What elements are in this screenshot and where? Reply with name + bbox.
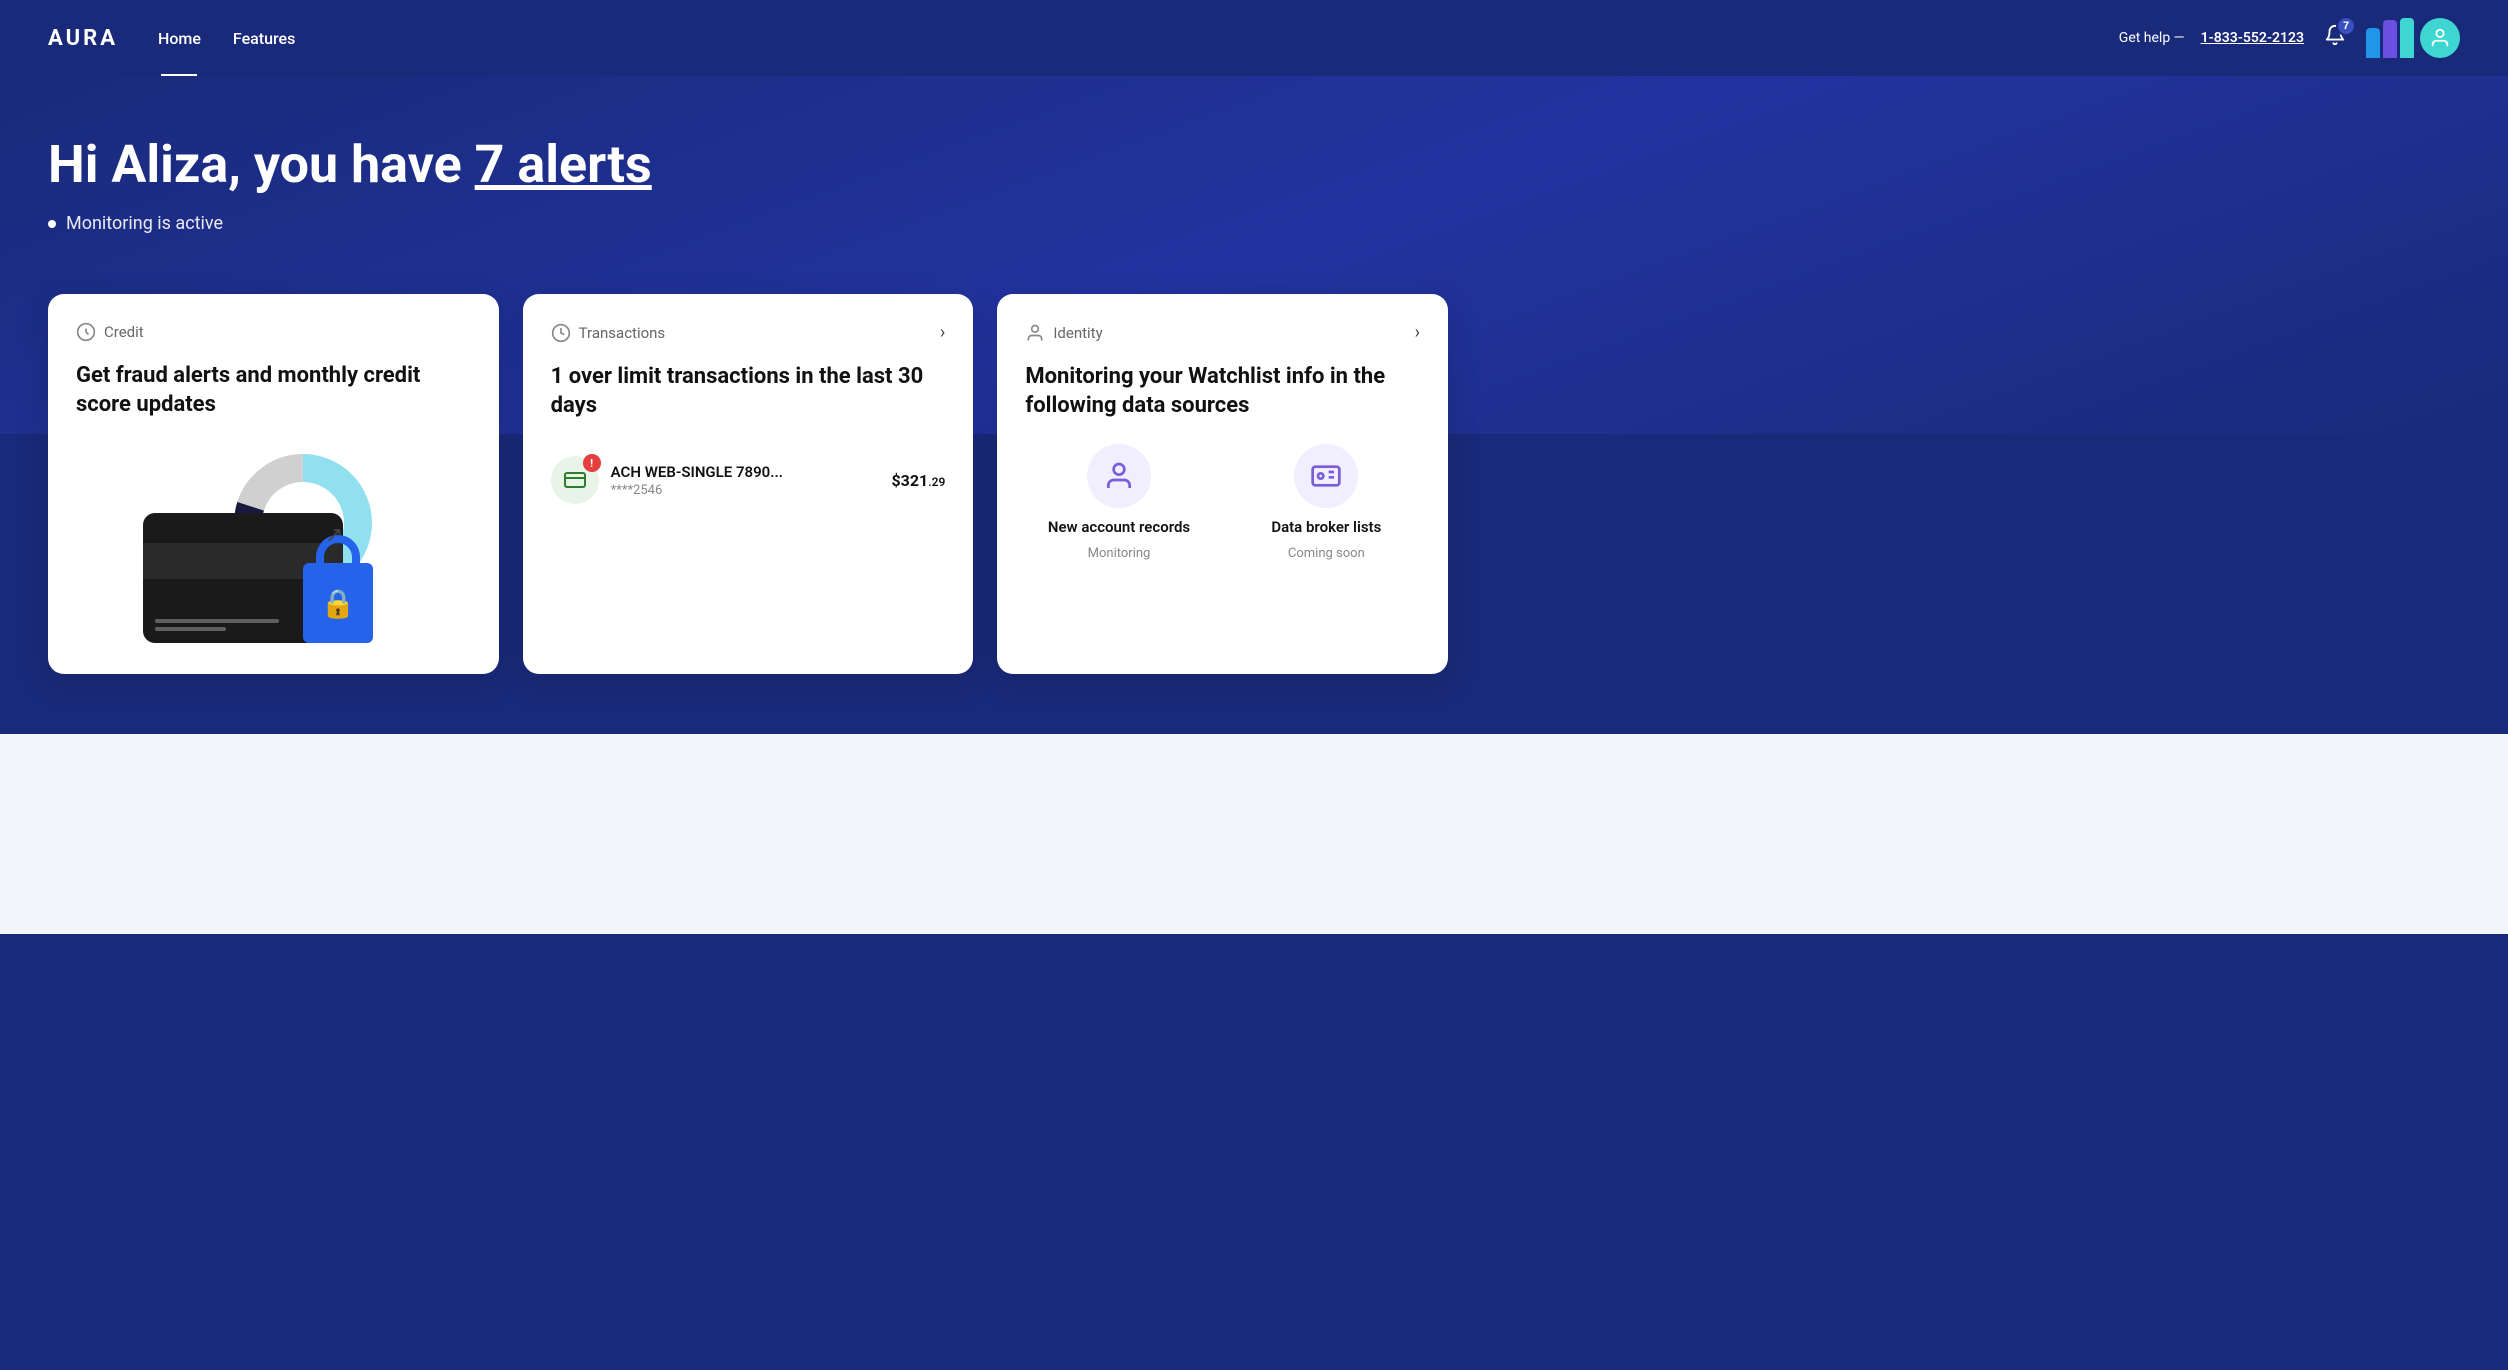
credit-card: Credit Get fraud alerts and monthly cred… (48, 294, 499, 674)
source-2-name: Data broker lists (1271, 518, 1381, 536)
nav-features[interactable]: Features (233, 29, 295, 48)
transactions-icon (551, 323, 571, 343)
phone-number[interactable]: 1-833-552-2123 (2201, 30, 2304, 46)
hero-title: Hi Aliza, you have 7 alerts (48, 136, 2460, 193)
bar-3 (2400, 18, 2414, 58)
transaction-amount: $321.29 (891, 471, 945, 490)
identity-category: Identity (1053, 324, 1102, 342)
card-payment-icon (563, 468, 587, 492)
nav-home[interactable]: Home (158, 29, 201, 48)
identity-icon (1025, 323, 1045, 343)
logo[interactable]: AURA (48, 26, 118, 51)
identity-title: Monitoring your Watchlist info in the fo… (1025, 363, 1420, 420)
transaction-details: ACH WEB-SINGLE 7890... ****2546 (611, 463, 880, 498)
new-account-icon (1087, 444, 1151, 508)
avatar-container (2366, 18, 2460, 58)
cards-grid: Credit Get fraud alerts and monthly cred… (48, 294, 1448, 674)
color-bars (2366, 18, 2414, 58)
transaction-icon-wrap: ! (551, 456, 599, 504)
nav-right: Get help — 1-833-552-2123 7 (2119, 18, 2460, 58)
help-text: Get help — (2119, 30, 2185, 46)
transactions-category: Transactions (579, 324, 666, 342)
identity-source-2: Data broker lists Coming soon (1233, 444, 1420, 561)
avatar-icon (2429, 27, 2451, 49)
lock-icon: 🔒 (303, 563, 373, 643)
credit-category: Credit (104, 323, 144, 341)
alerts-link[interactable]: 7 alerts (475, 134, 652, 195)
transactions-card-header: Transactions › (551, 322, 946, 343)
id-card-icon (1310, 460, 1342, 492)
credit-icon (76, 322, 96, 342)
identity-sources: New account records Monitoring Data brok… (1025, 444, 1420, 561)
notifications-button[interactable]: 7 (2320, 20, 2350, 56)
amount-dollars: $321 (891, 471, 928, 490)
source-2-status: Coming soon (1288, 546, 1365, 561)
nav-links: Home Features (158, 29, 295, 48)
card-line-1 (155, 619, 278, 623)
bar-1 (2366, 28, 2380, 58)
notification-badge: 7 (2336, 16, 2356, 36)
page-background (0, 734, 2508, 934)
source-1-name: New account records (1048, 518, 1190, 536)
identity-card[interactable]: Identity › Monitoring your Watchlist inf… (997, 294, 1448, 674)
person-icon (1103, 460, 1135, 492)
transactions-chevron[interactable]: › (940, 322, 945, 343)
transactions-title: 1 over limit transactions in the last 30… (551, 363, 946, 420)
card-line-2 (155, 627, 225, 631)
source-1-status: Monitoring (1088, 546, 1151, 561)
identity-header-left: Identity (1025, 323, 1102, 343)
alert-dot: ! (583, 454, 601, 472)
transaction-item: ! ACH WEB-SINGLE 7890... ****2546 $321.2… (551, 444, 946, 516)
hero-subtitle: Monitoring is active (48, 213, 2460, 234)
transaction-account: ****2546 (611, 483, 880, 498)
hero-greeting: Hi Aliza, you have (48, 134, 475, 195)
bar-2 (2383, 20, 2397, 58)
transaction-name: ACH WEB-SINGLE 7890... (611, 463, 880, 481)
transactions-card[interactable]: Transactions › 1 over limit transactions… (523, 294, 974, 674)
user-avatar[interactable] (2420, 18, 2460, 58)
monitoring-status: Monitoring is active (66, 213, 223, 234)
data-broker-icon (1294, 444, 1358, 508)
amount-cents: .29 (928, 475, 945, 489)
bullet-point (48, 220, 56, 228)
transactions-header-left: Transactions (551, 323, 666, 343)
credit-card-header: Credit (76, 322, 471, 342)
cards-section: Credit Get fraud alerts and monthly cred… (0, 294, 2508, 734)
credit-header-left: Credit (76, 322, 144, 342)
identity-source-1: New account records Monitoring (1025, 444, 1212, 561)
credit-illustration: 🔒 ↗ (143, 443, 403, 643)
identity-card-header: Identity › (1025, 322, 1420, 343)
credit-title: Get fraud alerts and monthly credit scor… (76, 362, 471, 419)
identity-chevron[interactable]: › (1415, 322, 1420, 343)
navigation: AURA Home Features Get help — 1-833-552-… (0, 0, 2508, 76)
